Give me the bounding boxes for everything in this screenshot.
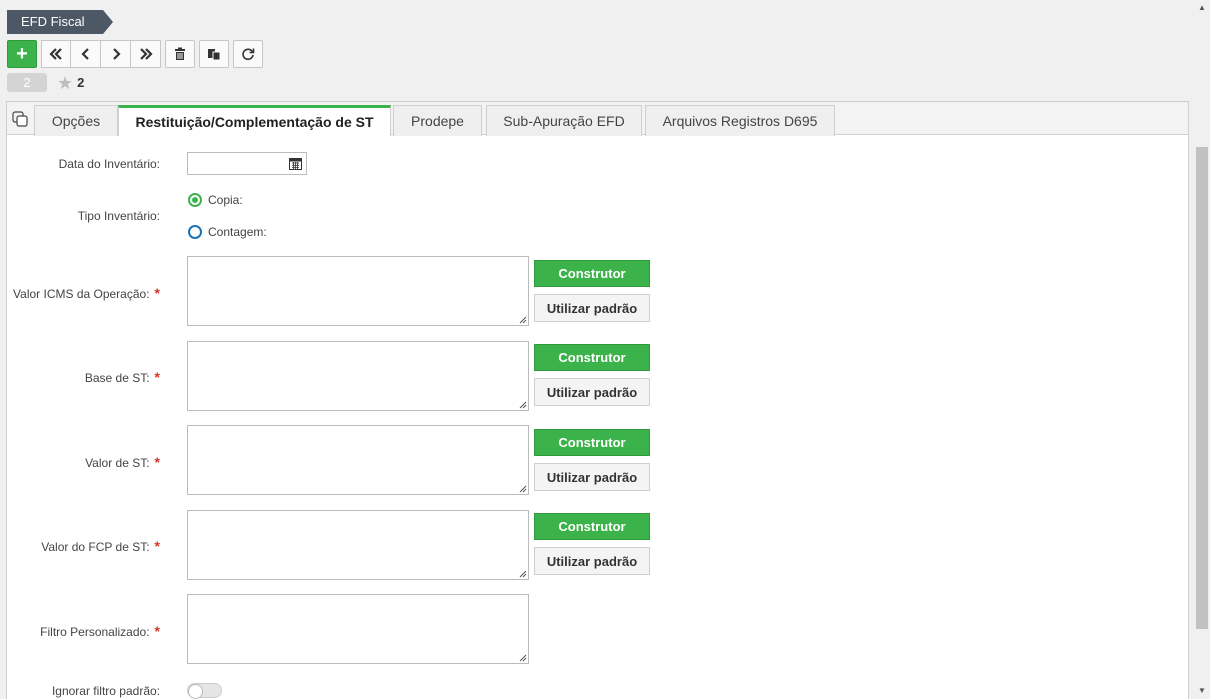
base-st-construtor-button[interactable]: Construtor	[534, 344, 650, 371]
resize-grip-icon[interactable]	[518, 315, 527, 324]
record-info: 2 ★ 2	[7, 73, 84, 92]
base-st-utilizar-padrao-button[interactable]: Utilizar padrão	[534, 378, 650, 406]
plus-icon: +	[16, 42, 28, 65]
scroll-up-arrow-icon[interactable]: ▲	[1198, 3, 1206, 12]
copy-icon	[208, 49, 221, 61]
toolbar: +	[7, 40, 263, 68]
tab-prodepe[interactable]: Prodepe	[393, 105, 482, 136]
radio-contagem[interactable]: Contagem:	[188, 225, 267, 239]
valor-fcp-utilizar-padrao-button[interactable]: Utilizar padrão	[534, 547, 650, 575]
double-chevron-right-icon	[139, 48, 153, 60]
filtro-personalizado-label: Filtro Personalizado: *	[40, 623, 160, 639]
resize-grip-icon[interactable]	[518, 653, 527, 662]
base-st-label: Base de ST: *	[84, 369, 160, 385]
tipo-inventario-label: Tipo Inventário:	[77, 209, 160, 223]
valor-st-label: Valor de ST: *	[85, 454, 160, 470]
duplicate-window-icon[interactable]	[12, 111, 28, 127]
valor-st-construtor-button[interactable]: Construtor	[534, 429, 650, 456]
base-st-textarea[interactable]	[187, 341, 529, 411]
valor-icms-construtor-button[interactable]: Construtor	[534, 260, 650, 287]
valor-icms-label: Valor ICMS da Operação: *	[13, 285, 160, 301]
next-record-button[interactable]	[101, 40, 131, 68]
last-record-button[interactable]	[131, 40, 161, 68]
valor-st-textarea[interactable]	[187, 425, 529, 495]
tab-arquivos-d695[interactable]: Arquivos Registros D695	[645, 105, 835, 136]
ignorar-filtro-toggle[interactable]	[187, 683, 222, 699]
calendar-icon[interactable]	[289, 157, 302, 170]
star-icon[interactable]: ★	[57, 74, 73, 92]
chevron-right-icon	[112, 48, 121, 60]
valor-fcp-label: Valor do FCP de ST: *	[41, 538, 160, 554]
breadcrumb-title: EFD Fiscal	[21, 14, 85, 29]
valor-icms-textarea[interactable]	[187, 256, 529, 326]
resize-grip-icon[interactable]	[518, 400, 527, 409]
refresh-button[interactable]	[233, 40, 263, 68]
scroll-down-arrow-icon[interactable]: ▼	[1198, 686, 1206, 695]
valor-fcp-construtor-button[interactable]: Construtor	[534, 513, 650, 540]
chevron-left-icon	[80, 48, 89, 60]
valor-st-utilizar-padrao-button[interactable]: Utilizar padrão	[534, 463, 650, 491]
ignorar-filtro-label: Ignorar filtro padrão:	[51, 684, 160, 698]
vertical-scrollbar[interactable]: ▲ ▼	[1194, 0, 1210, 699]
refresh-icon	[242, 48, 255, 61]
navigation-group	[41, 40, 161, 68]
favorite[interactable]: ★ 2	[57, 74, 84, 92]
resize-grip-icon[interactable]	[518, 484, 527, 493]
resize-grip-icon[interactable]	[518, 569, 527, 578]
main-panel: Opções Restituição/Complementação de ST …	[6, 101, 1189, 699]
radio-unselected-icon	[188, 225, 202, 239]
tab-bar: Opções Restituição/Complementação de ST …	[7, 102, 1188, 136]
tab-sub-apuracao[interactable]: Sub-Apuração EFD	[486, 105, 642, 136]
breadcrumb[interactable]: EFD Fiscal	[7, 10, 113, 34]
valor-icms-utilizar-padrao-button[interactable]: Utilizar padrão	[534, 294, 650, 322]
delete-button[interactable]	[165, 40, 195, 68]
valor-fcp-textarea[interactable]	[187, 510, 529, 580]
copy-button[interactable]	[199, 40, 229, 68]
tab-opcoes[interactable]: Opções	[34, 105, 118, 136]
favorite-count: 2	[77, 75, 85, 90]
trash-icon	[175, 47, 185, 60]
radio-selected-icon	[188, 193, 202, 207]
filtro-personalizado-textarea[interactable]	[187, 594, 529, 664]
double-chevron-left-icon	[49, 48, 62, 60]
previous-record-button[interactable]	[71, 40, 101, 68]
scrollbar-thumb[interactable]	[1196, 147, 1208, 629]
add-button[interactable]: +	[7, 40, 37, 68]
data-inventario-label: Data do Inventário:	[58, 157, 160, 171]
radio-copia[interactable]: Copia:	[188, 193, 243, 207]
record-count-badge: 2	[7, 73, 47, 92]
data-inventario-input[interactable]	[187, 152, 307, 175]
tab-restituicao[interactable]: Restituição/Complementação de ST	[118, 105, 391, 136]
first-record-button[interactable]	[41, 40, 71, 68]
